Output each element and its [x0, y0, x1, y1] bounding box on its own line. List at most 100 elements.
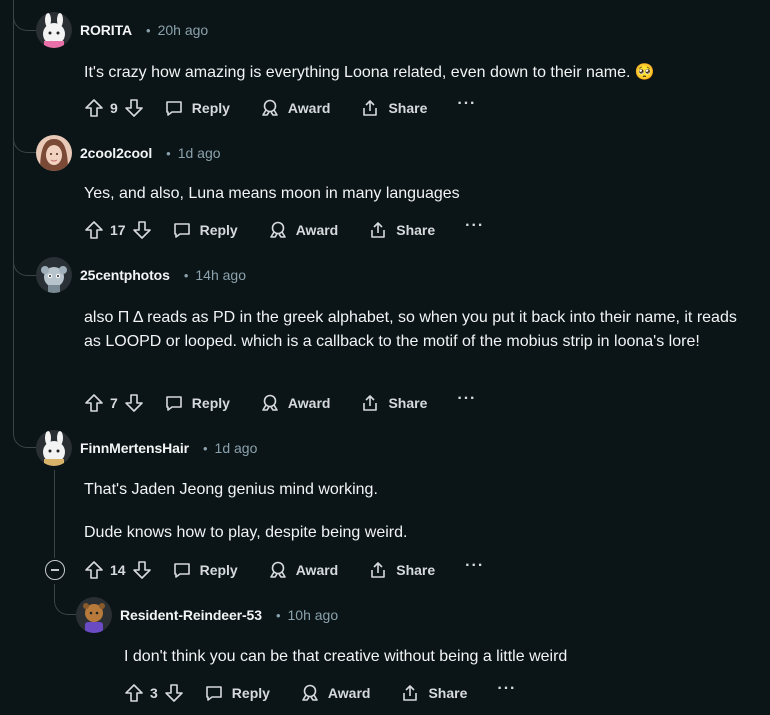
upvote-icon[interactable]	[84, 98, 104, 118]
reply-button[interactable]: Reply	[204, 683, 270, 703]
more-options-button[interactable]: ···	[457, 95, 476, 113]
vote-group: 3	[124, 683, 184, 703]
avatar[interactable]	[36, 430, 72, 466]
vote-group: 14	[84, 560, 152, 580]
reply-button[interactable]: Reply	[164, 98, 230, 118]
timestamp[interactable]: 10h ago	[288, 607, 339, 623]
downvote-icon[interactable]	[132, 560, 152, 580]
upvote-icon[interactable]	[84, 393, 104, 413]
comment-text: It's crazy how amazing is everything Loo…	[84, 64, 655, 81]
downvote-icon[interactable]	[124, 393, 144, 413]
thread-line	[13, 0, 14, 430]
reply-label: Reply	[199, 562, 238, 578]
reply-button[interactable]: Reply	[164, 393, 230, 413]
author-name[interactable]: 2cool2cool	[80, 145, 152, 161]
comment-text: also Π Δ reads as PD in the greek alphab…	[84, 309, 737, 350]
award-icon	[260, 98, 280, 118]
share-button[interactable]: Share	[368, 220, 435, 240]
vote-count: 7	[110, 395, 118, 411]
comment-body: I don't think you can be that creative w…	[124, 645, 744, 669]
share-icon	[400, 683, 420, 703]
reply-label: Reply	[191, 100, 230, 116]
upvote-icon[interactable]	[84, 220, 104, 240]
timestamp[interactable]: 20h ago	[158, 22, 209, 38]
share-button[interactable]: Share	[360, 98, 427, 118]
vote-count: 3	[150, 685, 158, 701]
separator-dot: •	[183, 267, 189, 283]
more-options-button[interactable]: ···	[457, 390, 476, 408]
upvote-icon[interactable]	[84, 560, 104, 580]
more-options-button[interactable]: ···	[465, 557, 484, 575]
share-button[interactable]: Share	[360, 393, 427, 413]
reply-button[interactable]: Reply	[172, 220, 238, 240]
timestamp[interactable]: 1d ago	[178, 145, 221, 161]
avatar[interactable]	[36, 257, 72, 293]
author-name[interactable]: FinnMertensHair	[80, 440, 189, 456]
share-icon	[360, 98, 380, 118]
award-label: Award	[295, 222, 339, 238]
more-options-button[interactable]: ···	[497, 680, 516, 698]
award-button[interactable]: Award	[260, 98, 331, 118]
downvote-icon[interactable]	[132, 220, 152, 240]
timestamp[interactable]: 1d ago	[215, 440, 258, 456]
separator-dot: •	[146, 22, 151, 38]
comment-text: Yes, and also, Luna means moon in many l…	[84, 185, 460, 202]
thread-branch	[13, 0, 36, 31]
comment-body: It's crazy how amazing is everything Loo…	[84, 61, 744, 85]
separator-dot: •	[202, 440, 208, 456]
share-icon	[368, 220, 388, 240]
award-icon	[300, 683, 320, 703]
separator-dot: •	[275, 607, 281, 623]
share-label: Share	[428, 685, 468, 701]
downvote-icon[interactable]	[164, 683, 184, 703]
more-options-button[interactable]: ···	[465, 217, 484, 235]
reply-button[interactable]: Reply	[172, 560, 238, 580]
share-button[interactable]: Share	[368, 560, 435, 580]
avatar[interactable]	[36, 12, 72, 48]
upvote-icon[interactable]	[124, 683, 144, 703]
comment-header: RORITA • 20h ago	[36, 12, 208, 48]
comment-body: That's Jaden Jeong genius mind working. …	[84, 478, 744, 545]
comment-header: Resident-Reindeer-53 • 10h ago	[76, 597, 338, 633]
downvote-icon[interactable]	[124, 98, 144, 118]
comment-actions: 7 Reply Award Share ···	[84, 389, 476, 417]
share-button[interactable]: Share	[400, 683, 467, 703]
vote-group: 7	[84, 393, 144, 413]
comment-text: I don't think you can be that creative w…	[124, 648, 568, 665]
award-button[interactable]: Award	[300, 683, 370, 703]
minus-circle-icon[interactable]	[45, 560, 65, 580]
award-icon	[268, 220, 288, 240]
thread-branch	[54, 584, 77, 615]
comment-actions: 9 Reply Award Share ···	[84, 94, 476, 122]
comment-bubble-icon	[172, 220, 192, 240]
award-button[interactable]: Award	[260, 393, 331, 413]
thread-line	[54, 470, 55, 558]
comment-bubble-icon	[204, 683, 224, 703]
reply-label: Reply	[199, 222, 238, 238]
author-name[interactable]: RORITA	[80, 22, 132, 38]
vote-count: 14	[110, 562, 126, 578]
timestamp[interactable]: 14h ago	[195, 267, 246, 283]
share-label: Share	[396, 562, 436, 578]
award-button[interactable]: Award	[268, 560, 338, 580]
share-icon	[368, 560, 388, 580]
award-button[interactable]: Award	[268, 220, 339, 240]
comment-header: FinnMertensHair • 1d ago	[36, 430, 257, 466]
comment-actions: 17 Reply Award Share ···	[84, 216, 484, 244]
award-label: Award	[287, 100, 331, 116]
award-icon	[268, 560, 288, 580]
avatar[interactable]	[36, 135, 72, 171]
author-name[interactable]: Resident-Reindeer-53	[120, 607, 262, 623]
award-label: Award	[287, 395, 331, 411]
vote-count: 9	[110, 100, 118, 116]
avatar[interactable]	[76, 597, 112, 633]
vote-group: 17	[84, 220, 152, 240]
vote-count: 17	[110, 222, 126, 238]
comment-header: 2cool2cool • 1d ago	[36, 135, 221, 171]
award-icon	[260, 393, 280, 413]
author-name[interactable]: 25centphotos	[80, 267, 170, 283]
reply-label: Reply	[191, 395, 230, 411]
vote-group: 9	[84, 98, 144, 118]
comment-bubble-icon	[164, 98, 184, 118]
comment-bubble-icon	[172, 560, 192, 580]
